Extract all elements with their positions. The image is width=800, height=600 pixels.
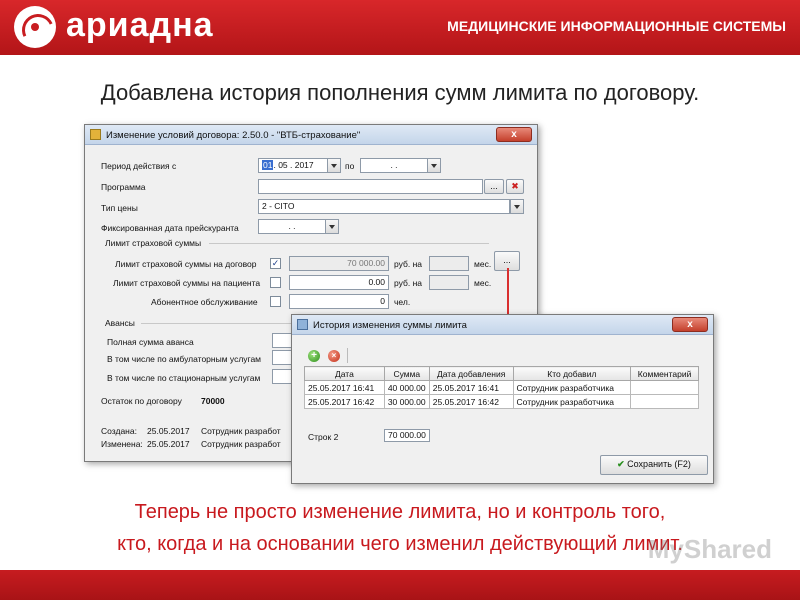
period-day: 01 [262,160,274,170]
period-to-field[interactable]: . . [360,158,428,173]
contract-window-title: Изменение условий договора: 2.50.0 - "ВТ… [106,130,361,141]
fixed-date-dropdown[interactable] [325,219,339,234]
balance-label: Остаток по договору [101,396,182,406]
subscription-unit: чел. [394,297,411,307]
period-to-dropdown[interactable] [427,158,441,173]
column-header-amount[interactable]: Сумма [383,366,430,381]
contract-window-close-button[interactable]: x [496,127,532,142]
limit-contract-label: Лимит страховой суммы на договор [115,259,257,269]
fixed-date-field[interactable]: . . [258,219,326,234]
toolbar-separator [347,348,348,363]
limit-contract-month-unit: мес. [474,259,492,269]
callout-arrow-line [507,268,509,320]
limit-patient-unit: руб. на [394,278,422,288]
column-header-date[interactable]: Дата [304,366,385,381]
program-label: Программа [101,182,146,192]
delete-record-icon[interactable]: × [328,350,340,362]
period-label: Период действия с [101,161,177,171]
modified-user: Сотрудник разработ [201,439,281,449]
header-banner: ариадна МЕДИЦИНСКИЕ ИНФОРМАЦИОННЫЕ СИСТЕ… [0,0,800,55]
modified-label: Изменена: [101,439,143,449]
program-clear-button[interactable]: ✖ [506,179,524,194]
advance-inpatient-field[interactable] [272,369,292,384]
history-window-icon [297,319,308,330]
program-browse-button[interactable]: ... [484,179,504,194]
price-type-dropdown[interactable] [510,199,524,214]
watermark-text: MyShared [647,534,772,564]
slide-headline: Добавлена история пополнения сумм лимита… [100,80,700,105]
limit-contract-amount: 70 000.00 [289,256,389,271]
cell-comment[interactable] [630,380,699,395]
limit-patient-months [429,275,469,290]
cell-added-by: Сотрудник разработчика [512,394,632,409]
cell-amount: 30 000.00 [383,394,430,409]
advance-ambulatory-label: В том числе по амбулаторным услугам [107,354,262,364]
save-button-label: Сохранить (F2) [627,459,691,469]
rows-count-label: Строк 2 [308,432,339,442]
program-field[interactable] [258,179,483,194]
limit-patient-month-unit: мес. [474,278,492,288]
column-header-added-date[interactable]: Дата добавления [428,366,514,381]
total-amount-field: 70 000.00 [384,429,430,442]
advance-inpatient-label: В том числе по стационарным услугам [107,373,261,383]
limit-history-table: Дата Сумма Дата добавления Кто добавил К… [304,366,699,409]
contract-window-titlebar[interactable]: Изменение условий договора: 2.50.0 - "ВТ… [85,125,537,145]
period-to-label: по [345,161,355,171]
period-from-dropdown[interactable] [327,158,341,173]
cell-date: 25.05.2017 16:42 [304,394,385,409]
history-window-titlebar[interactable]: История изменения суммы лимита x [292,315,713,335]
cell-amount: 40 000.00 [383,380,430,395]
limit-history-window: История изменения суммы лимита x + × Дат… [291,314,714,484]
limit-patient-checkbox[interactable] [270,277,281,288]
limit-group-label: Лимит страховой суммы [105,238,202,248]
modified-date: 25.05.2017 [147,439,190,449]
price-type-select[interactable]: 2 - CITO [258,199,510,214]
column-header-added-by[interactable]: Кто добавил [512,366,632,381]
brand-tagline: МЕДИЦИНСКИЕ ИНФОРМАЦИОННЫЕ СИСТЕМЫ [447,18,786,34]
created-user: Сотрудник разработ [201,426,281,436]
document-icon [90,129,101,140]
limit-group-divider [209,243,489,244]
subscription-label: Абонентное обслуживание [151,297,258,307]
subscription-amount[interactable]: 0 [289,294,389,309]
table-row[interactable]: 25.05.2017 16:42 30 000.00 25.05.2017 16… [304,394,699,409]
bottom-banner [0,570,800,600]
subscription-checkbox[interactable] [270,296,281,307]
cell-added-date: 25.05.2017 16:42 [428,394,514,409]
column-header-comment[interactable]: Комментарий [630,366,699,381]
advances-label: Авансы [105,318,135,328]
footer-line-1: Теперь не просто изменение лимита, но и … [134,501,666,523]
limit-patient-label: Лимит страховой суммы на пациента [113,278,261,288]
cell-added-date: 25.05.2017 16:41 [428,380,514,395]
cell-date: 25.05.2017 16:41 [304,380,385,395]
save-check-icon: ✔ [617,459,625,469]
save-button[interactable]: ✔ Сохранить (F2) [600,455,708,475]
add-record-icon[interactable]: + [308,350,320,362]
created-date: 25.05.2017 [147,426,190,436]
balance-value: 70000 [201,396,225,406]
created-label: Создана: [101,426,137,436]
limit-contract-checkbox[interactable]: ✓ [270,258,281,269]
fixed-date-label: Фиксированная дата прейскуранта [101,223,239,233]
history-window-title: История изменения суммы лимита [313,320,467,331]
period-month-year: . 05 . 2017 [273,160,314,170]
advance-total-label: Полная сумма аванса [107,337,194,347]
limit-contract-unit: руб. на [394,259,422,269]
advance-total-field[interactable] [272,333,292,348]
brand-name: ариадна [66,6,214,44]
advances-divider [141,323,291,324]
price-type-label: Тип цены [101,203,138,213]
history-window-close-button[interactable]: x [672,317,708,332]
ariadna-logo-icon [14,6,56,48]
table-row[interactable]: 25.05.2017 16:41 40 000.00 25.05.2017 16… [304,380,699,395]
cell-added-by: Сотрудник разработчика [512,380,632,395]
advance-ambulatory-field[interactable] [272,350,292,365]
limit-contract-months [429,256,469,271]
cell-comment[interactable] [630,394,699,409]
limit-patient-amount[interactable]: 0.00 [289,275,389,290]
table-header-row: Дата Сумма Дата добавления Кто добавил К… [304,366,699,381]
period-from-field[interactable]: 01. 05 . 2017 [258,158,328,173]
